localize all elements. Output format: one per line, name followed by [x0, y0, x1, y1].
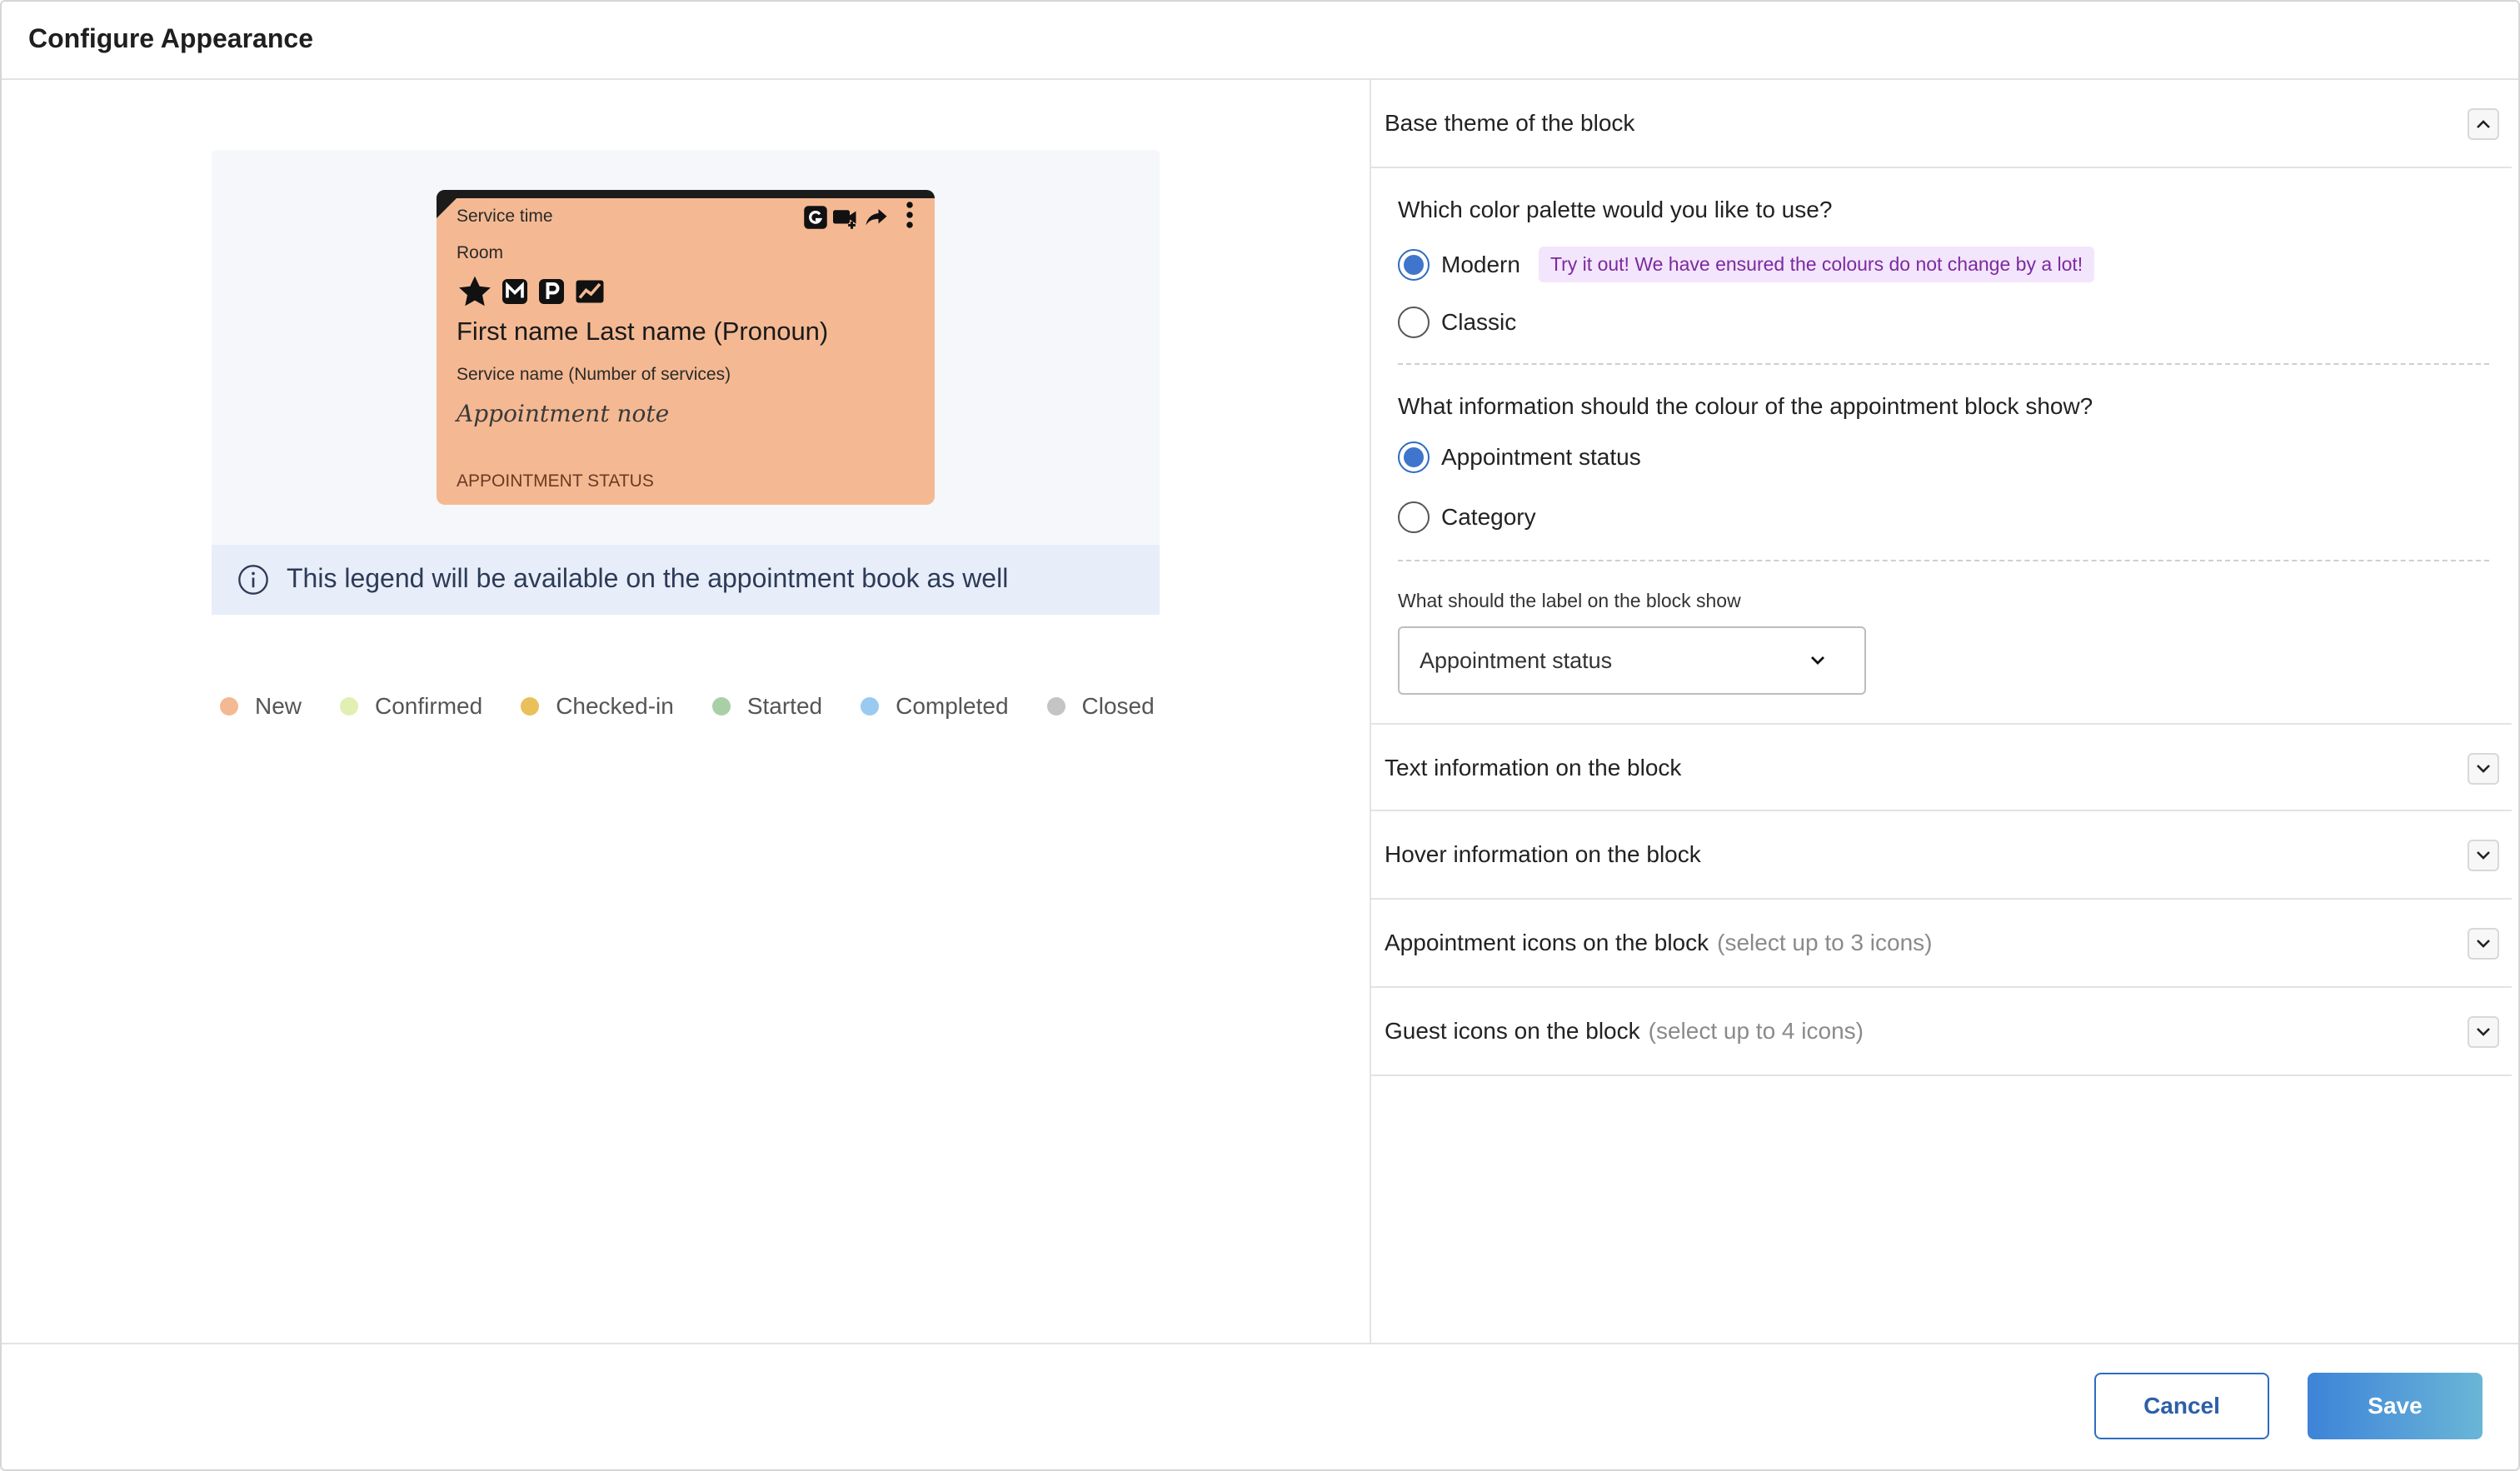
section-hover-information-header[interactable]: Hover information on the block — [1371, 811, 2512, 900]
legend-info-banner: This legend will be available on the app… — [212, 545, 1160, 615]
legend-item: Confirmed — [340, 693, 482, 720]
palette-tip-badge: Try it out! We have ensured the colours … — [1538, 247, 2095, 282]
divider — [1398, 560, 2489, 561]
select-value: Appointment status — [1420, 648, 1613, 673]
p-badge-icon — [536, 277, 566, 311]
legend-label: Closed — [1081, 693, 1155, 719]
colour-option-appointment-status[interactable]: Appointment status — [1398, 441, 1641, 473]
kebab-menu-icon[interactable] — [903, 200, 916, 234]
legend-label: Started — [746, 693, 823, 719]
settings-pane: Base theme of the block Which color pale… — [1370, 80, 2512, 1344]
video-add-icon — [831, 205, 860, 234]
palette-option-modern[interactable]: Modern Try it out! We have ensured the c… — [1398, 247, 2095, 282]
legend-dot — [340, 697, 359, 716]
section-text-information-header[interactable]: Text information on the block — [1371, 723, 2512, 811]
radio-label: Modern — [1441, 251, 1520, 277]
colour-question: What information should the colour of th… — [1398, 393, 2093, 419]
status-legend: New Confirmed Checked-in Started Completed Cl… — [220, 693, 1193, 720]
card-service-time: Service time — [457, 207, 553, 226]
legend-item: Checked-in — [521, 693, 674, 720]
legend-label: Confirmed — [375, 693, 483, 719]
expand-button[interactable] — [2468, 1016, 2499, 1048]
card-appointment-status: APPOINTMENT STATUS — [457, 471, 654, 491]
expand-button[interactable] — [2468, 840, 2499, 871]
card-room: Room — [457, 243, 504, 262]
radio-label: Category — [1441, 504, 1536, 530]
radio-label: Appointment status — [1441, 444, 1641, 470]
colour-option-category[interactable]: Category — [1398, 501, 1536, 533]
chevron-down-icon — [1808, 650, 1828, 674]
section-guest-icons-header[interactable]: Guest icons on the block (select up to 4 … — [1371, 988, 2512, 1076]
legend-dot — [861, 697, 880, 716]
legend-info-text: This legend will be available on the app… — [287, 563, 1009, 593]
palette-option-classic[interactable]: Classic — [1398, 307, 1516, 338]
cancel-button[interactable]: Cancel — [2094, 1373, 2269, 1439]
radio-button[interactable] — [1398, 307, 1430, 338]
dialog-footer: Cancel Save — [2, 1343, 2518, 1471]
legend-label: Completed — [896, 693, 1009, 719]
radio-button[interactable] — [1398, 441, 1430, 473]
appointment-block-preview: Service time Room First name Last name (… — [437, 190, 935, 505]
preview-pane: Service time Room First name Last name (… — [2, 80, 1370, 1344]
card-service-name: Service name (Number of services) — [457, 365, 731, 384]
dialog-title: Configure Appearance — [28, 23, 313, 53]
legend-item: New — [220, 693, 302, 720]
collapse-button[interactable] — [2468, 108, 2499, 140]
legend-label: New — [255, 693, 302, 719]
section-appointment-icons-header[interactable]: Appointment icons on the block (select up… — [1371, 900, 2512, 988]
section-base-theme-header[interactable]: Base theme of the block — [1371, 80, 2512, 168]
trend-icon — [573, 277, 606, 311]
dialog-header: Configure Appearance — [2, 2, 2518, 80]
card-guest-name: First name Last name (Pronoun) — [457, 317, 829, 346]
share-arrow-icon — [863, 205, 890, 234]
configure-appearance-dialog: Configure Appearance Service time Room F… — [0, 0, 2520, 1471]
card-guest-icons — [803, 205, 890, 234]
section-hint: (select up to 3 icons) — [1717, 930, 1933, 955]
card-top-border — [437, 190, 935, 198]
radio-label: Classic — [1441, 309, 1517, 335]
chevron-down-icon — [2477, 1028, 2490, 1036]
star-icon — [457, 273, 493, 314]
legend-item: Completed — [861, 693, 1009, 720]
radio-button[interactable] — [1398, 501, 1430, 533]
section-title: Hover information on the block — [1385, 841, 1701, 867]
g-badge-icon — [803, 205, 828, 234]
section-title: Text information on the block — [1385, 755, 1682, 780]
legend-dot — [1046, 697, 1065, 716]
chevron-down-icon — [2477, 940, 2490, 948]
legend-dot — [711, 697, 731, 716]
m-badge-icon — [500, 277, 530, 311]
info-icon — [237, 563, 270, 601]
section-hint: (select up to 4 icons) — [1648, 1018, 1864, 1044]
radio-button[interactable] — [1398, 248, 1430, 281]
section-title: Appointment icons on the block (select up… — [1385, 930, 1933, 955]
section-title: Base theme of the block — [1385, 110, 1635, 136]
save-button[interactable]: Save — [2308, 1373, 2483, 1439]
legend-label: Checked-in — [556, 693, 674, 719]
section-title: Guest icons on the block (select up to 4 … — [1385, 1018, 1864, 1044]
legend-item: Started — [711, 693, 823, 720]
legend-dot — [521, 697, 540, 716]
legend-dot — [220, 697, 238, 716]
chevron-up-icon — [2477, 120, 2490, 128]
expand-button[interactable] — [2468, 928, 2499, 960]
legend-item: Closed — [1046, 693, 1155, 720]
card-appointment-icons — [457, 273, 606, 314]
card-appointment-note: Appointment note — [457, 400, 670, 427]
label-select[interactable]: Appointment status — [1398, 626, 1866, 695]
chevron-down-icon — [2477, 765, 2490, 773]
chevron-down-icon — [2477, 851, 2490, 860]
label-question: What should the label on the block show — [1398, 590, 1741, 611]
palette-question: Which color palette would you like to us… — [1398, 197, 1833, 222]
divider — [1398, 363, 2489, 365]
expand-button[interactable] — [2468, 753, 2499, 785]
